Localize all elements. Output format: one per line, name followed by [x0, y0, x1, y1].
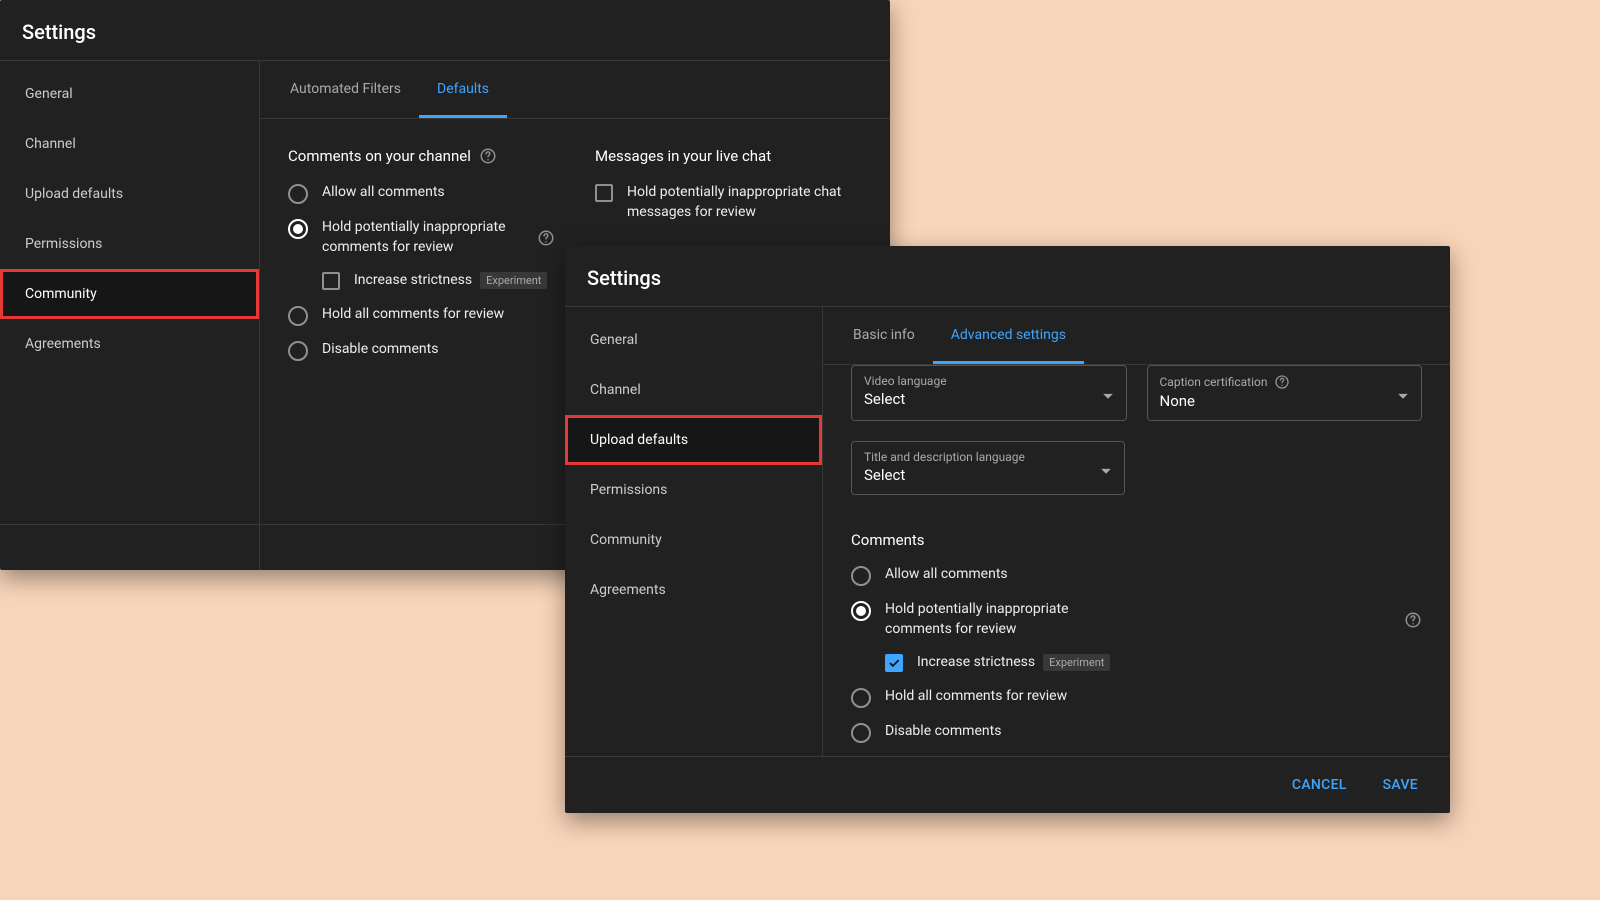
settings-dialog-upload-defaults: Settings General Channel Upload defaults… [565, 246, 1450, 813]
help-icon[interactable] [1274, 374, 1290, 390]
save-button[interactable]: SAVE [1369, 769, 1432, 801]
radio-disable-comments[interactable]: Disable comments [851, 722, 1422, 743]
radio-icon [288, 219, 308, 239]
radio-label: Allow all comments [322, 183, 445, 203]
select-value: None [1160, 392, 1410, 410]
radio-label: Hold all comments for review [322, 305, 504, 325]
comments-section-label: Comments on your channel [288, 147, 471, 165]
content-tabs: Basic info Advanced settings [823, 307, 1450, 365]
comments-section-title: Comments on your channel [288, 147, 555, 165]
radio-label: Allow all comments [885, 565, 1008, 585]
tab-defaults[interactable]: Defaults [419, 61, 507, 118]
radio-hold-inappropriate[interactable]: Hold potentially inappropriate comments … [851, 600, 1394, 639]
comments-section-title: Comments [851, 531, 1422, 549]
sidebar-item-agreements[interactable]: Agreements [565, 565, 822, 615]
help-icon[interactable] [537, 229, 555, 247]
checkbox-icon [322, 272, 340, 290]
help-icon[interactable] [479, 147, 497, 165]
comments-column: Comments on your channel Allow all comme… [288, 147, 555, 375]
radio-label: Hold all comments for review [885, 687, 1067, 707]
select-label: Video language [864, 374, 1114, 388]
radio-icon [288, 184, 308, 204]
radio-icon [851, 601, 871, 621]
sidebar-item-channel[interactable]: Channel [0, 119, 259, 169]
radio-icon [288, 341, 308, 361]
select-label: Title and description language [864, 450, 1112, 464]
experiment-badge: Experiment [1043, 654, 1110, 671]
dialog-title: Settings [0, 0, 890, 60]
checkbox-hold-chat[interactable]: Hold potentially inappropriate chat mess… [595, 183, 862, 222]
settings-sidebar: General Channel Upload defaults Permissi… [565, 307, 823, 756]
sidebar-item-agreements[interactable]: Agreements [0, 319, 259, 369]
sidebar-item-upload-defaults[interactable]: Upload defaults [565, 415, 822, 465]
dialog-footer: CANCEL SAVE [565, 756, 1450, 813]
select-label: Caption certification [1160, 374, 1410, 390]
cancel-button[interactable]: CANCEL [1278, 769, 1361, 801]
sidebar-item-upload-defaults[interactable]: Upload defaults [0, 169, 259, 219]
select-value: Select [864, 466, 1112, 484]
checkbox-label: Hold potentially inappropriate chat mess… [627, 183, 857, 222]
sidebar-item-community[interactable]: Community [0, 269, 259, 319]
chevron-down-icon [1102, 387, 1114, 406]
chevron-down-icon [1100, 462, 1112, 481]
radio-label: Hold potentially inappropriate comments … [322, 218, 522, 257]
dialog-title: Settings [565, 246, 1450, 306]
select-caption-certification[interactable]: Caption certification None [1147, 365, 1423, 421]
radio-disable-comments[interactable]: Disable comments [288, 340, 555, 361]
content-tabs: Automated Filters Defaults [260, 61, 890, 119]
sidebar-item-community[interactable]: Community [565, 515, 822, 565]
sidebar-item-general[interactable]: General [565, 315, 822, 365]
radio-icon [851, 566, 871, 586]
comments-section: Comments Allow all comments Hold potenti… [823, 511, 1450, 756]
checkbox-icon [885, 654, 903, 672]
sidebar-item-permissions[interactable]: Permissions [0, 219, 259, 269]
sidebar-item-permissions[interactable]: Permissions [565, 465, 822, 515]
tab-advanced-settings[interactable]: Advanced settings [933, 307, 1084, 364]
sidebar-item-general[interactable]: General [0, 69, 259, 119]
radio-allow-all-comments[interactable]: Allow all comments [288, 183, 555, 204]
livechat-section-title: Messages in your live chat [595, 147, 862, 165]
radio-icon [851, 688, 871, 708]
radio-label: Disable comments [322, 340, 438, 360]
experiment-badge: Experiment [480, 272, 547, 289]
radio-hold-inappropriate[interactable]: Hold potentially inappropriate comments … [288, 218, 527, 257]
radio-icon [288, 306, 308, 326]
checkbox-increase-strictness[interactable]: Increase strictnessExperiment [322, 271, 555, 291]
checkbox-icon [595, 184, 613, 202]
tab-automated-filters[interactable]: Automated Filters [272, 61, 419, 118]
settings-content: Basic info Advanced settings Video langu… [823, 307, 1450, 756]
radio-hold-all-comments[interactable]: Hold all comments for review [288, 305, 555, 326]
tab-basic-info[interactable]: Basic info [835, 307, 933, 364]
radio-hold-all-comments[interactable]: Hold all comments for review [851, 687, 1422, 708]
radio-label: Disable comments [885, 722, 1001, 742]
help-icon[interactable] [1404, 611, 1422, 629]
radio-icon [851, 723, 871, 743]
select-title-description-language[interactable]: Title and description language Select [851, 441, 1125, 495]
select-value: Select [864, 390, 1114, 408]
checkbox-label: Increase strictnessExperiment [917, 653, 1110, 673]
radio-allow-all-comments[interactable]: Allow all comments [851, 565, 1422, 586]
radio-label: Hold potentially inappropriate comments … [885, 600, 1085, 639]
checkbox-label: Increase strictnessExperiment [354, 271, 547, 291]
sidebar-item-channel[interactable]: Channel [565, 365, 822, 415]
select-video-language[interactable]: Video language Select [851, 365, 1127, 421]
checkbox-increase-strictness[interactable]: Increase strictnessExperiment [885, 653, 1422, 673]
chevron-down-icon [1397, 387, 1409, 406]
settings-sidebar: General Channel Upload defaults Permissi… [0, 61, 260, 570]
